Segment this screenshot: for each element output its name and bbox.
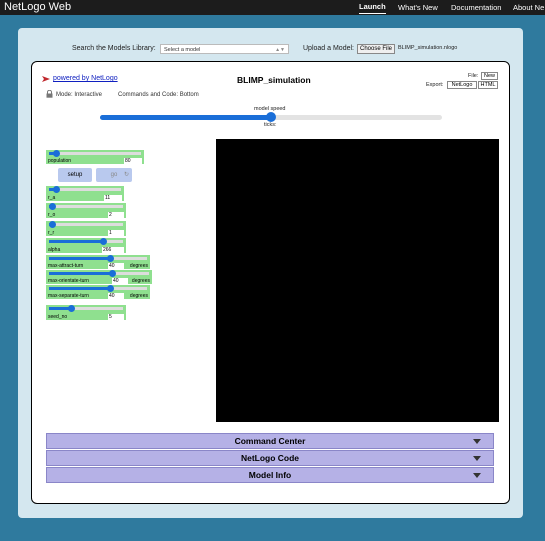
model-info-title: Model Info xyxy=(248,470,292,480)
model-speed-fill xyxy=(100,115,271,120)
go-button-label: go xyxy=(110,172,118,178)
slider-value[interactable]: 11 xyxy=(104,195,122,201)
slider-r_r[interactable]: r_r 1 xyxy=(46,221,126,236)
model-info-section[interactable]: Model Info xyxy=(46,467,494,483)
slider-handle[interactable] xyxy=(100,238,108,245)
brand-title[interactable]: NetLogo Web xyxy=(4,0,71,15)
model-speed-handle[interactable] xyxy=(266,112,276,122)
nav-whats-new[interactable]: What's New xyxy=(398,0,438,15)
powered-by-link[interactable]: powered by NetLogo xyxy=(53,75,118,82)
slider-name: alpha xyxy=(48,247,61,253)
slider-unit: degrees xyxy=(129,263,148,269)
slider-fill xyxy=(49,287,111,290)
slider-handle[interactable] xyxy=(107,255,115,262)
slider-alpha[interactable]: alpha 266 xyxy=(46,238,126,253)
command-center-title: Command Center xyxy=(234,436,306,446)
models-library-select[interactable]: Select a model ▲▼ xyxy=(160,44,289,54)
slider-handle[interactable] xyxy=(52,150,60,157)
slider-fill xyxy=(49,272,112,275)
model-title: BLIMP_simulation xyxy=(237,75,311,85)
slider-handle[interactable] xyxy=(49,221,57,228)
slider-name: r_o xyxy=(48,212,56,218)
slider-value[interactable]: 40 xyxy=(108,293,124,299)
slider-fill xyxy=(49,257,111,260)
nav-documentation[interactable]: Documentation xyxy=(451,0,501,15)
file-label: File: xyxy=(468,73,479,79)
slider-r_a[interactable]: r_a 11 xyxy=(46,186,124,201)
ticks-label: ticks: xyxy=(264,122,277,128)
slider-unit: degrees xyxy=(131,278,150,284)
slider-handle[interactable] xyxy=(108,270,116,277)
upload-model-label: Upload a Model: xyxy=(303,45,354,52)
chevron-updown-icon: ▲▼ xyxy=(275,47,285,53)
models-library-label: Search the Models Library: xyxy=(72,45,156,52)
netlogo-code-title: NetLogo Code xyxy=(240,453,300,463)
slider-max-orientate-turn[interactable]: max-orientate-turn 40 degrees xyxy=(46,270,152,284)
slider-name: r_a xyxy=(48,195,56,201)
slider-handle[interactable] xyxy=(67,305,75,312)
slider-value[interactable]: 40 xyxy=(112,278,128,284)
netlogo-code-section[interactable]: NetLogo Code xyxy=(46,450,494,466)
top-nav-bar: NetLogo Web Launch What's New Documentat… xyxy=(0,0,545,15)
caret-down-icon xyxy=(473,473,481,478)
setup-button[interactable]: setup xyxy=(58,168,92,182)
slider-max-separate-turn[interactable]: max-separate-turn 40 degrees xyxy=(46,285,150,299)
export-label: Export: xyxy=(426,82,444,88)
slider-name: seed_no xyxy=(48,314,68,320)
caret-down-icon xyxy=(473,456,481,461)
slider-population[interactable]: population 80 xyxy=(46,150,144,164)
slider-value[interactable]: 40 xyxy=(108,263,124,269)
caret-down-icon xyxy=(473,439,481,444)
uploaded-file-name: BLIMP_simulation.nlogo xyxy=(398,45,458,51)
lock-icon[interactable] xyxy=(46,90,53,98)
nav-about[interactable]: About Ne xyxy=(513,0,544,15)
go-button[interactable]: go ↻ xyxy=(96,168,132,182)
slider-name: max-attract-turn xyxy=(48,263,84,269)
new-button[interactable]: New xyxy=(481,72,498,80)
slider-unit: degrees xyxy=(129,293,148,299)
slider-name: max-separate-turn xyxy=(48,293,89,299)
slider-name: population xyxy=(48,158,72,164)
world-view[interactable] xyxy=(216,139,499,422)
choose-file-button[interactable]: Choose File xyxy=(357,44,395,54)
forever-icon: ↻ xyxy=(123,172,129,178)
slider-r_o[interactable]: r_o 2 xyxy=(46,203,126,218)
nav-launch[interactable]: Launch xyxy=(359,0,386,14)
slider-seed_no[interactable]: seed_no 5 xyxy=(46,305,126,320)
slider-value[interactable]: 266 xyxy=(102,247,124,253)
command-center-section[interactable]: Command Center xyxy=(46,433,494,449)
slider-name: max-orientate-turn xyxy=(48,278,89,284)
slider-value[interactable]: 80 xyxy=(124,158,142,164)
commands-code-toggle[interactable]: Commands and Code: Bottom xyxy=(118,92,199,98)
slider-handle[interactable] xyxy=(107,285,115,292)
slider-name: r_r xyxy=(48,230,55,236)
slider-max-attract-turn[interactable]: max-attract-turn 40 degrees xyxy=(46,255,150,269)
mode-label: Mode: Interactive xyxy=(56,92,103,98)
slider-handle[interactable] xyxy=(49,203,57,210)
models-library-selected: Select a model xyxy=(164,47,201,53)
slider-fill xyxy=(49,240,104,243)
export-netlogo-button[interactable]: NetLogo xyxy=(447,81,477,89)
slider-value[interactable]: 5 xyxy=(108,314,124,320)
slider-handle[interactable] xyxy=(52,186,60,193)
netlogo-logo-icon xyxy=(42,76,50,82)
export-html-button[interactable]: HTML xyxy=(478,81,498,89)
slider-value[interactable]: 1 xyxy=(108,230,124,236)
slider-value[interactable]: 2 xyxy=(108,212,124,218)
